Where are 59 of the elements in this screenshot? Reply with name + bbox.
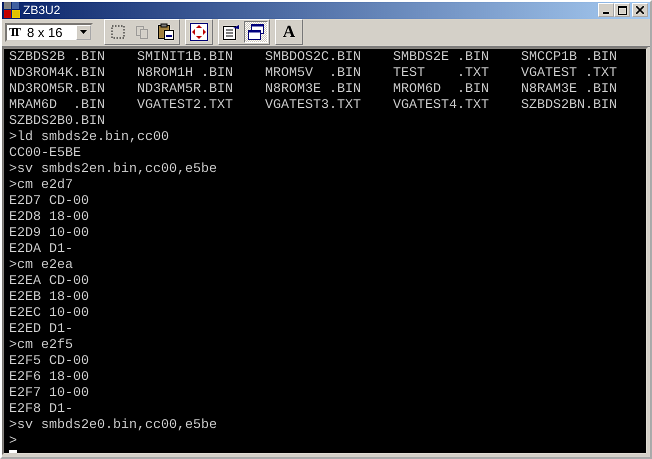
console-line: >sv smbds2en.bin,cc00,e5be	[9, 162, 217, 178]
file-name: SZBDS2BN.BIN	[521, 98, 617, 114]
maximize-icon	[618, 6, 626, 15]
text-cursor	[9, 450, 17, 453]
paste-icon	[157, 23, 175, 42]
dos-icon	[4, 2, 20, 18]
file-name: SMINIT1B.BIN	[137, 50, 233, 66]
file-name: N8ROM1H .BIN	[137, 66, 233, 82]
console-line: >cm e2f5	[9, 338, 73, 354]
file-name: N8ROM3E .BIN	[265, 82, 361, 98]
close-button[interactable]	[632, 3, 648, 18]
console-line: E2D8 18-00	[9, 210, 89, 226]
console-line: >ld smbds2e.bin,cc00	[9, 130, 169, 146]
console-line: E2ED D1-	[9, 322, 73, 338]
file-name: TEST .TXT	[393, 66, 489, 82]
properties-icon	[222, 23, 242, 42]
console-line: E2F7 10-00	[9, 386, 89, 402]
file-name: SMBDS2E .BIN	[393, 50, 489, 66]
window-title: ZB3U2	[23, 3, 62, 18]
file-name: SZBDS2B0.BIN	[9, 114, 105, 130]
fullscreen-button[interactable]	[187, 21, 211, 44]
file-name: MROM5V .BIN	[265, 66, 361, 82]
console-line: E2D7 CD-00	[9, 194, 89, 210]
file-name: SZBDS2B .BIN	[9, 50, 105, 66]
close-icon	[636, 6, 644, 14]
file-name: ND3ROM5R.BIN	[9, 82, 105, 98]
console-line: E2DA D1-	[9, 242, 73, 258]
maximize-button[interactable]	[614, 3, 630, 18]
select-icon	[110, 24, 126, 40]
minimize-button[interactable]	[598, 3, 614, 18]
font-size-dropdown[interactable]: TT 8 x 16	[5, 22, 93, 42]
file-name: N8RAM3E .BIN	[521, 82, 617, 98]
copy-icon	[134, 24, 150, 40]
console-line: E2EA CD-00	[9, 274, 89, 290]
console-line: E2F8 D1-	[9, 402, 73, 418]
file-name: SMBDOS2C.BIN	[265, 50, 361, 66]
file-name: MROM6D .BIN	[393, 82, 489, 98]
console-line: E2F5 CD-00	[9, 354, 89, 370]
console-line: E2EC 10-00	[9, 306, 89, 322]
file-name: VGATEST3.TXT	[265, 98, 361, 114]
file-name: ND3ROM4K.BIN	[9, 66, 105, 82]
console-line: >cm e2ea	[9, 258, 73, 274]
console-line: E2F6 18-00	[9, 370, 89, 386]
prompt: >	[9, 434, 17, 450]
file-name: SMCCP1B .BIN	[521, 50, 617, 66]
console-line: CC00-E5BE	[9, 146, 81, 162]
file-name: ND3RAM5R.BIN	[137, 82, 233, 98]
file-name: VGATEST2.TXT	[137, 98, 233, 114]
fullscreen-icon	[190, 23, 208, 42]
console-line: E2D9 10-00	[9, 226, 89, 242]
file-name: VGATEST .TXT	[521, 66, 617, 82]
console-line: E2EB 18-00	[9, 290, 89, 306]
font-icon: TT	[9, 24, 22, 40]
console-line: >sv smbds2e0.bin,cc00,e5be	[9, 418, 217, 434]
windows-icon	[247, 23, 265, 42]
file-name: MRAM6D .BIN	[9, 98, 105, 114]
file-name: VGATEST4.TXT	[393, 98, 489, 114]
font-size-value: 8 x 16	[27, 24, 64, 40]
console-line: >cm e2d7	[9, 178, 73, 194]
